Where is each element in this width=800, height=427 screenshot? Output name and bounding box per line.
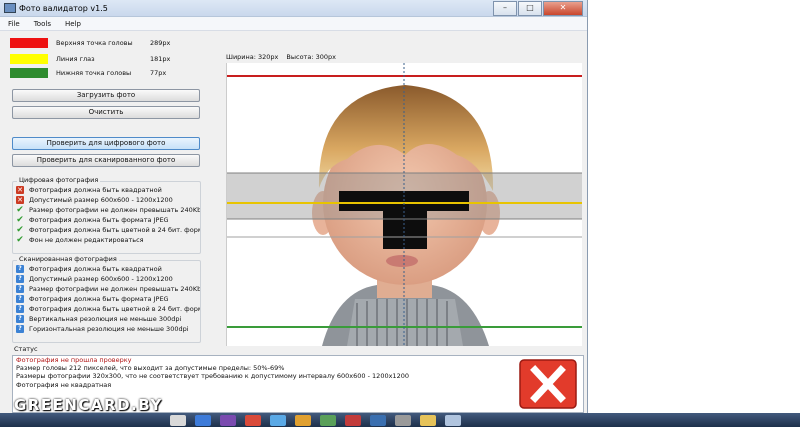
- red-x-icon: ✕: [16, 196, 24, 204]
- check-item: ✔ Фотография должна быть формата JPEG: [13, 215, 200, 225]
- legend-label: Линия глаз: [56, 55, 95, 63]
- check-item: ✔ Фон не должен редактироваться: [13, 235, 200, 245]
- taskbar-app-icon[interactable]: [195, 414, 211, 426]
- question-icon: ?: [16, 285, 24, 293]
- taskbar-app-icon[interactable]: [270, 414, 286, 426]
- question-icon: ?: [16, 315, 24, 323]
- check-item: ✔ Фотография должна быть цветной в 24 бит…: [13, 225, 200, 235]
- fail-status-icon: [519, 359, 577, 409]
- maximize-button[interactable]: □: [518, 1, 542, 16]
- legend-label: Верхняя точка головы: [56, 39, 133, 47]
- legend-value: 181px: [150, 55, 171, 63]
- legend-swatch-red: [10, 38, 48, 48]
- legend-label: Нижняя точка головы: [56, 69, 132, 77]
- taskbar-app-icon[interactable]: [295, 414, 311, 426]
- check-text: Допустимый размер 600x600 - 1200x1200: [29, 275, 173, 283]
- group-title: Цифровая фотография: [17, 176, 101, 184]
- taskbar-app-icon[interactable]: [320, 414, 336, 426]
- photo-preview: [226, 63, 582, 346]
- check-text: Горизонтальная резолюция не меньше 300dp…: [29, 325, 189, 333]
- photo-height-label: Высота: 300px: [286, 53, 336, 61]
- check-item: ? Допустимый размер 600x600 - 1200x1200: [13, 274, 200, 284]
- scanned-checks-group: Сканированная фотография ? Фотография дол…: [12, 255, 201, 343]
- minimize-button[interactable]: –: [493, 1, 517, 16]
- question-icon: ?: [16, 265, 24, 273]
- legend-value: 77px: [150, 69, 167, 77]
- legend-swatch-yellow: [10, 54, 48, 64]
- check-item: ? Фотография должна быть квадратной: [13, 264, 200, 274]
- check-text: Фотография должна быть формата JPEG: [29, 295, 169, 303]
- check-text: Фотография должна быть формата JPEG: [29, 216, 169, 224]
- menu-file[interactable]: File: [8, 20, 20, 28]
- check-text: Вертикальная резолюция не меньше 300dpi: [29, 315, 182, 323]
- status-line: Размер головы 212 пикселей, что выходит …: [16, 364, 285, 373]
- check-text: Фотография должна быть цветной в 24 бит.…: [29, 226, 200, 234]
- red-x-icon: ✕: [16, 186, 24, 194]
- question-icon: ?: [16, 295, 24, 303]
- check-item: ? Вертикальная резолюция не меньше 300dpi: [13, 314, 200, 324]
- check-item: ? Фотография должна быть цветной в 24 бит…: [13, 304, 200, 314]
- taskbar-app-icon[interactable]: [245, 414, 261, 426]
- check-scanned-button[interactable]: Проверить для сканированного фото: [12, 154, 200, 167]
- legend-eye-line: Линия глаз 181px: [10, 54, 170, 64]
- check-item: ? Горизонтальная резолюция не меньше 300d…: [13, 324, 200, 334]
- green-check-icon: ✔: [16, 215, 24, 225]
- window-title: Фото валидатор v1.5: [19, 3, 108, 13]
- legend-top-of-head: Верхняя точка головы 289px: [10, 38, 170, 48]
- check-item: ✔ Размер фотографии не должен превышать 2…: [13, 205, 200, 215]
- taskbar-app-icon[interactable]: [445, 414, 461, 426]
- status-line: Размеры фотографии 320x300, что не соотв…: [16, 372, 409, 381]
- check-item: ✕ Допустимый размер 600x600 - 1200x1200: [13, 195, 200, 205]
- taskbar-app-icon[interactable]: [395, 414, 411, 426]
- status-title: Статус: [14, 345, 38, 353]
- legend-bottom-of-head: Нижняя точка головы 77px: [10, 68, 166, 78]
- clear-button[interactable]: Очистить: [12, 106, 200, 119]
- legend-swatch-green: [10, 68, 48, 78]
- menu-bar: File Tools Help: [0, 17, 587, 31]
- legend-value: 289px: [150, 39, 171, 47]
- question-icon: ?: [16, 325, 24, 333]
- check-text: Размер фотографии не должен превышать 24…: [29, 285, 200, 293]
- menu-tools[interactable]: Tools: [34, 20, 51, 28]
- photo-dimensions: Ширина: 320px Высота: 300px: [226, 53, 336, 61]
- photo-width-label: Ширина: 320px: [226, 53, 279, 61]
- check-item: ✕ Фотография должна быть квадратной: [13, 185, 200, 195]
- group-title: Сканированная фотография: [17, 255, 119, 263]
- load-photo-button[interactable]: Загрузить фото: [12, 89, 200, 102]
- check-text: Фотография должна быть цветной в 24 бит.…: [29, 305, 200, 313]
- child-portrait-photo: [227, 63, 582, 346]
- window-controls: – □ ✕: [493, 1, 583, 16]
- check-text: Допустимый размер 600x600 - 1200x1200: [29, 196, 173, 204]
- taskbar-app-icon[interactable]: [370, 414, 386, 426]
- taskbar-app-icon[interactable]: [345, 414, 361, 426]
- question-icon: ?: [16, 305, 24, 313]
- taskbar-app-icon[interactable]: [420, 414, 436, 426]
- status-line: Фотография не квадратная: [16, 380, 112, 389]
- digital-checks-group: Цифровая фотография ✕ Фотография должна б…: [12, 176, 201, 254]
- check-item: ? Размер фотографии не должен превышать 2…: [13, 284, 200, 294]
- taskbar-app-icon[interactable]: [220, 414, 236, 426]
- check-text: Размер фотографии не должен превышать 24…: [29, 206, 200, 214]
- watermark-logo: GREENCARD.BY: [14, 396, 163, 414]
- check-text: Фон не должен редактироваться: [29, 236, 144, 244]
- check-digital-button[interactable]: Проверить для цифрового фото: [12, 137, 200, 150]
- check-item: ? Фотография должна быть формата JPEG: [13, 294, 200, 304]
- app-icon: [4, 3, 16, 13]
- taskbar-app-icon[interactable]: [170, 414, 186, 426]
- status-line: Фотография не прошла проверку: [16, 356, 132, 364]
- check-text: Фотография должна быть квадратной: [29, 265, 162, 273]
- title-bar: Фото валидатор v1.5 – □ ✕: [0, 0, 587, 17]
- close-window-button[interactable]: ✕: [543, 1, 583, 16]
- os-taskbar: [0, 413, 800, 427]
- green-check-icon: ✔: [16, 235, 24, 245]
- green-check-icon: ✔: [16, 225, 24, 235]
- menu-help[interactable]: Help: [65, 20, 81, 28]
- question-icon: ?: [16, 275, 24, 283]
- green-check-icon: ✔: [16, 205, 24, 215]
- check-text: Фотография должна быть квадратной: [29, 186, 162, 194]
